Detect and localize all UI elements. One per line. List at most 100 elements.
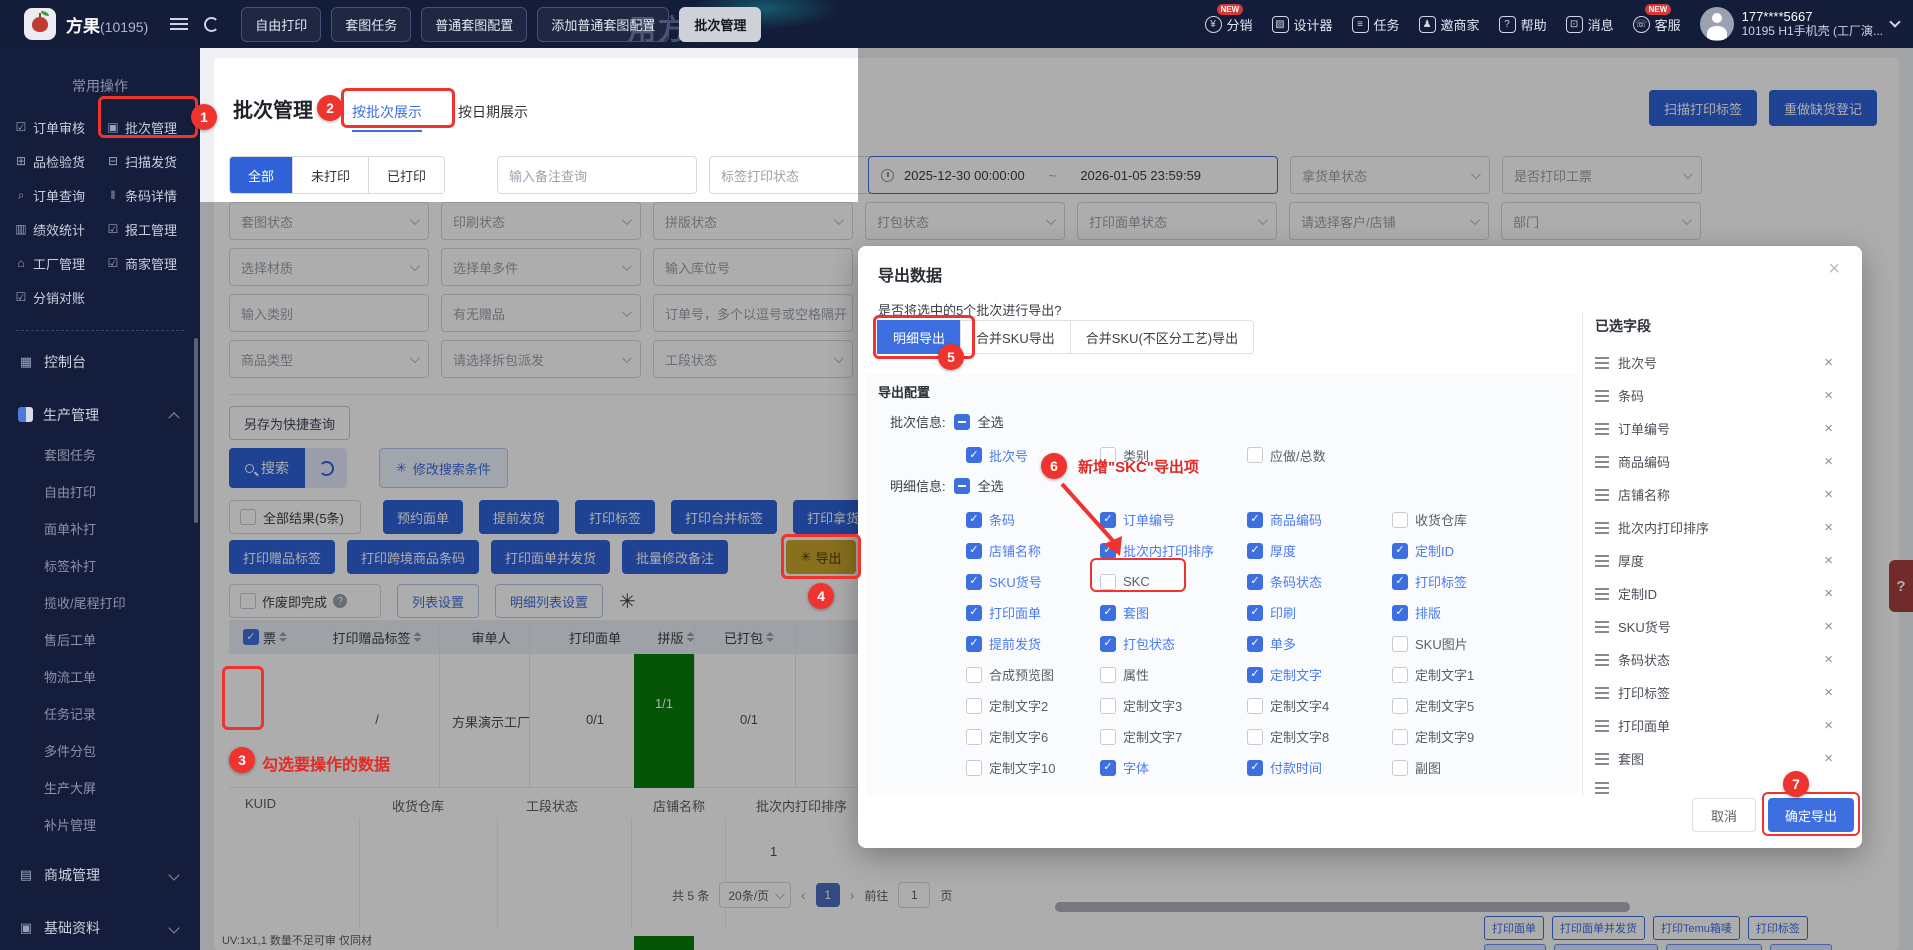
sidebar-item-mall[interactable]: ▤ 商城管理 xyxy=(0,852,200,897)
navbar-utility-item[interactable]: ≡ 任务 xyxy=(1351,15,1400,34)
detail-field-option[interactable]: ✓ 打印面单 xyxy=(966,603,1100,622)
remove-icon[interactable]: × xyxy=(1824,420,1833,437)
remove-icon[interactable]: × xyxy=(1824,750,1833,767)
detail-field-option[interactable]: ✓ 打包状态 xyxy=(1100,634,1247,653)
detail-field-option[interactable]: ✓ 副图 xyxy=(1392,758,1552,777)
selected-field-item[interactable]: 条码 × xyxy=(1595,379,1841,412)
remark-search-input[interactable]: 输入备注查询 xyxy=(497,156,698,194)
field-checkbox[interactable]: ✓ xyxy=(1392,542,1408,559)
detail-field-option[interactable]: ✓ SKU货号 xyxy=(966,572,1100,591)
drag-handle-icon[interactable] xyxy=(1595,620,1609,633)
field-checkbox[interactable]: ✓ xyxy=(1100,635,1116,652)
drag-handle-icon[interactable] xyxy=(1595,653,1609,666)
remove-icon[interactable]: × xyxy=(1824,618,1833,635)
detail-field-option[interactable]: ✓ 打印标签 xyxy=(1392,572,1552,591)
sidebar-sub-item[interactable]: 揽收/尾程打印 xyxy=(0,585,200,622)
sidebar-sub-item[interactable]: 生产大屏 xyxy=(0,770,200,807)
sidebar-sub-item[interactable]: 补片管理 xyxy=(0,807,200,844)
detail-field-option[interactable]: ✓ 定制文字5 xyxy=(1392,696,1552,715)
field-checkbox[interactable]: ✓ xyxy=(1100,666,1116,683)
field-checkbox[interactable]: ✓ xyxy=(1100,697,1116,714)
sidebar-quick-item[interactable]: ☑ 报工管理 xyxy=(106,212,198,246)
sidebar-sub-item[interactable]: 物流工单 xyxy=(0,659,200,696)
segment-option[interactable]: 已打印 xyxy=(369,157,445,193)
navbar-shortcut-button[interactable]: 自由打印 xyxy=(241,6,322,42)
drag-handle-icon[interactable] xyxy=(1595,719,1609,732)
navbar-utility-item[interactable]: ☏ 客服 NEW xyxy=(1632,3,1681,34)
collapse-menu-icon[interactable] xyxy=(170,18,189,30)
selected-field-item[interactable]: 套图 × xyxy=(1595,742,1841,775)
field-checkbox[interactable]: ✓ xyxy=(1392,697,1408,714)
field-checkbox[interactable]: ✓ xyxy=(1247,542,1263,559)
field-checkbox[interactable]: ✓ xyxy=(966,542,982,559)
view-tab[interactable]: 按日期展示 xyxy=(458,102,528,132)
batch-select-all-checkbox[interactable]: ✓ xyxy=(953,413,970,430)
sidebar-quick-item[interactable]: ⌂ 工厂管理 xyxy=(14,246,106,280)
selected-field-item[interactable]: 批次号 × xyxy=(1595,346,1841,379)
navbar-utility-item[interactable]: ▨ 设计器 xyxy=(1271,15,1333,34)
navbar-shortcut-button[interactable]: 普通套图配置 xyxy=(421,6,528,42)
field-checkbox[interactable]: ✓ xyxy=(966,604,982,621)
detail-field-option[interactable]: ✓ 定制文字8 xyxy=(1247,727,1392,746)
sidebar-sub-item[interactable]: 面单补打 xyxy=(0,511,200,548)
cancel-button[interactable]: 取消 xyxy=(1692,798,1756,832)
detail-field-option[interactable]: ✓ 合成预览图 xyxy=(966,665,1100,684)
selected-field-item[interactable]: 厚度 × xyxy=(1595,544,1841,577)
drag-handle-icon[interactable] xyxy=(1595,356,1609,369)
navbar-utility-item[interactable]: ? 帮助 xyxy=(1498,15,1547,34)
close-icon[interactable]: × xyxy=(1828,258,1840,281)
field-checkbox[interactable]: ✓ xyxy=(1100,759,1116,776)
remove-icon[interactable]: × xyxy=(1824,552,1833,569)
refresh-icon[interactable] xyxy=(204,16,220,32)
detail-field-option[interactable]: ✓ 字体 xyxy=(1100,758,1247,777)
detail-field-option[interactable]: ✓ 条码状态 xyxy=(1247,572,1392,591)
detail-field-option[interactable]: ✓ 属性 xyxy=(1100,665,1247,684)
remove-icon[interactable]: × xyxy=(1824,354,1833,371)
sidebar-quick-item[interactable]: ⌕ 订单查询 xyxy=(14,178,106,212)
drag-handle-icon[interactable] xyxy=(1595,686,1609,699)
detail-field-option[interactable]: ✓ 定制文字 xyxy=(1247,665,1392,684)
sidebar-sub-item[interactable]: 套图任务 xyxy=(0,437,200,474)
batch-field-option[interactable]: ✓ 应做/总数 xyxy=(1247,446,1447,465)
selected-field-item[interactable]: 定制ID × xyxy=(1595,577,1841,610)
detail-field-option[interactable]: ✓ 套图 xyxy=(1100,603,1247,622)
field-checkbox[interactable]: ✓ xyxy=(1247,604,1263,621)
drag-handle-icon[interactable] xyxy=(1595,455,1609,468)
navbar-active-tab[interactable]: 批次管理 xyxy=(679,6,762,42)
selected-field-item[interactable]: 店铺名称 × xyxy=(1595,478,1841,511)
sidebar-quick-item[interactable]: ☑ 订单审核 xyxy=(14,110,106,144)
remove-icon[interactable]: × xyxy=(1824,717,1833,734)
detail-field-option[interactable]: ✓ 提前发货 xyxy=(966,634,1100,653)
navbar-utility-item[interactable]: ¥ 分销 NEW xyxy=(1204,3,1253,34)
navbar-shortcut-button[interactable]: 添加普通套图配置 xyxy=(537,6,670,42)
field-checkbox[interactable]: ✓ xyxy=(966,728,982,745)
detail-field-option[interactable]: ✓ 印刷 xyxy=(1247,603,1392,622)
detail-field-option[interactable]: ✓ 定制文字2 xyxy=(966,696,1100,715)
sidebar-quick-item[interactable]: ▥ 绩效统计 xyxy=(14,212,106,246)
field-checkbox[interactable]: ✓ xyxy=(1247,728,1263,745)
drag-handle-icon[interactable] xyxy=(1595,554,1609,567)
field-checkbox[interactable]: ✓ xyxy=(1247,635,1263,652)
detail-field-option[interactable]: ✓ 定制文字3 xyxy=(1100,696,1247,715)
detail-field-option[interactable]: ✓ 定制文字6 xyxy=(966,727,1100,746)
user-dropdown-caret[interactable] xyxy=(1889,16,1901,28)
sidebar-quick-item[interactable]: ⊟ 扫描发货 xyxy=(106,144,198,178)
detail-field-option[interactable]: ✓ SKU图片 xyxy=(1392,634,1552,653)
selected-field-item[interactable]: 打印面单 × xyxy=(1595,709,1841,742)
drag-handle-icon[interactable] xyxy=(1595,752,1609,765)
field-checkbox[interactable]: ✓ xyxy=(966,447,982,463)
selected-field-item[interactable]: 打印标签 × xyxy=(1595,676,1841,709)
detail-field-option[interactable]: ✓ 商品编码 xyxy=(1247,510,1392,529)
field-checkbox[interactable]: ✓ xyxy=(966,759,982,776)
navbar-utility-item[interactable]: ⊡ 消息 xyxy=(1565,15,1614,34)
remove-icon[interactable]: × xyxy=(1824,486,1833,503)
detail-field-option[interactable]: ✓ 定制文字1 xyxy=(1392,665,1552,684)
field-checkbox[interactable]: ✓ xyxy=(1392,573,1408,590)
field-checkbox[interactable]: ✓ xyxy=(1392,728,1408,745)
field-checkbox[interactable]: ✓ xyxy=(966,697,982,714)
sidebar-sub-item[interactable]: 标签补打 xyxy=(0,548,200,585)
detail-field-option[interactable]: ✓ 定制ID xyxy=(1392,541,1552,560)
drag-handle-icon[interactable] xyxy=(1595,521,1609,534)
navbar-shortcut-button[interactable]: 套图任务 xyxy=(331,6,412,42)
sidebar-item-console[interactable]: ▦ 控制台 xyxy=(0,339,200,384)
